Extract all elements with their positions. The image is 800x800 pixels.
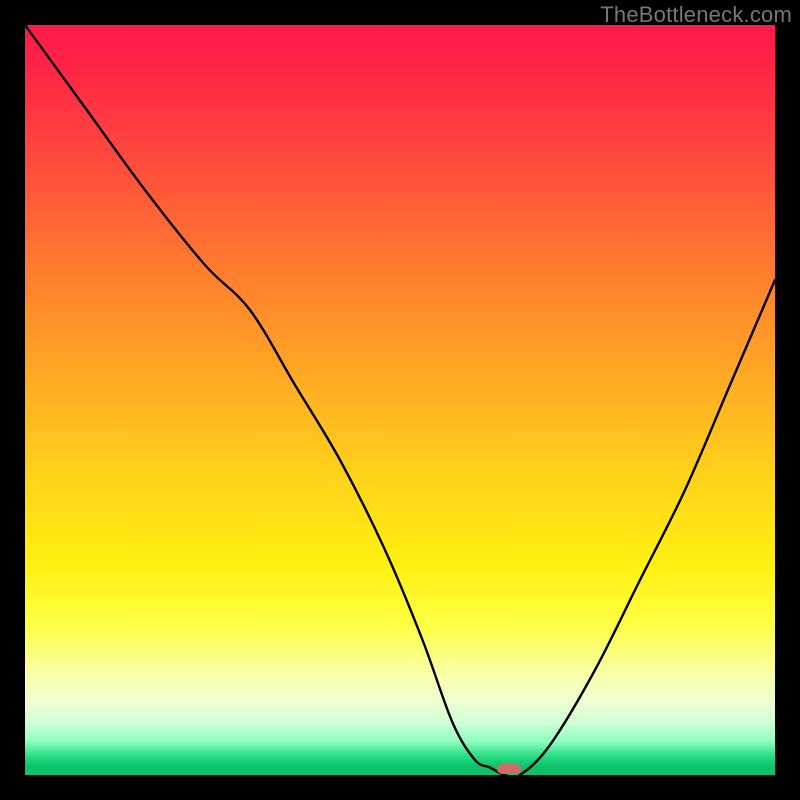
chart-frame: TheBottleneck.com <box>0 0 800 800</box>
optimal-marker <box>497 764 521 775</box>
plot-area <box>25 25 775 775</box>
bottleneck-curve <box>25 25 775 775</box>
